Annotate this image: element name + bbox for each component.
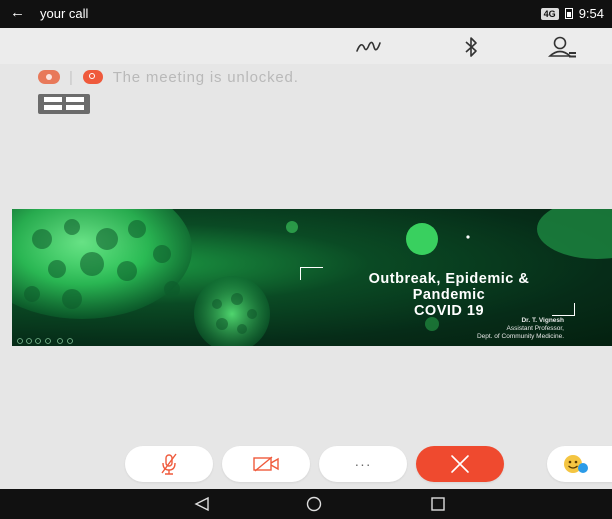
video-off-icon — [253, 456, 279, 472]
recording-indicator-icon — [38, 70, 60, 84]
author-title: Assistant Professor, — [506, 325, 564, 332]
more-options-button[interactable]: ··· — [319, 446, 407, 482]
grid-layout-icon[interactable] — [38, 94, 90, 114]
battery-icon — [564, 8, 573, 19]
back-triangle-icon[interactable] — [192, 496, 212, 512]
video-button[interactable] — [222, 446, 310, 482]
end-call-button[interactable] — [416, 446, 504, 482]
network-badge: 4G — [540, 7, 559, 20]
call-title: your call — [40, 6, 89, 21]
unlock-icon[interactable] — [82, 70, 103, 84]
participants-icon[interactable] — [548, 34, 578, 60]
mute-button[interactable] — [125, 446, 213, 482]
microphone-muted-icon — [161, 453, 177, 475]
recents-square-icon[interactable] — [428, 496, 448, 512]
notice-text: The meeting is unlocked. — [112, 68, 299, 86]
clock: 9:54 — [578, 6, 604, 21]
call-controls: ··· — [0, 440, 612, 486]
slide-frame-corner — [300, 267, 323, 280]
slide-title: Outbreak, Epidemic & Pandemic COVID 19 — [324, 271, 574, 319]
more-label: ··· — [354, 456, 372, 472]
emoji-icon — [564, 455, 588, 473]
annotate-icon[interactable] — [354, 34, 384, 60]
slide-author: Dr. T. Vignesh Assistant Professor, Dept… — [314, 317, 564, 341]
shared-slide: Outbreak, Epidemic & Pandemic COVID 19 D… — [12, 209, 612, 346]
slide-title-line: Pandemic — [412, 287, 486, 303]
home-circle-icon[interactable] — [304, 496, 324, 512]
notice-separator: | — [69, 68, 74, 86]
author-dept: Dept. of Community Medicine. — [476, 333, 564, 340]
slide-title-line: Outbreak, Epidemic & — [368, 271, 530, 287]
lock-notice: | The meeting is unlocked. — [38, 66, 299, 88]
meeting-toolbar — [0, 28, 612, 64]
bluetooth-icon[interactable] — [456, 34, 486, 60]
reaction-button[interactable] — [547, 446, 612, 482]
back-arrow-icon[interactable]: ← — [10, 4, 25, 21]
system-nav-bar — [0, 489, 612, 519]
status-bar: ← your call 4G 9:54 — [0, 0, 612, 28]
close-icon — [451, 455, 469, 473]
author-name: Dr. T. Vignesh — [521, 317, 564, 324]
